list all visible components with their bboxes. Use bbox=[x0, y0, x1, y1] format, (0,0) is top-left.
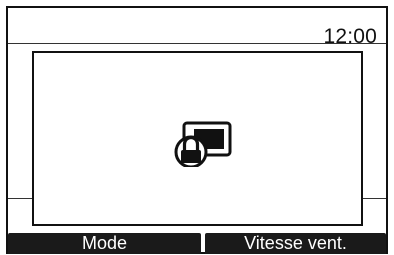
clock-time: 12:00 bbox=[323, 25, 377, 48]
header-divider bbox=[8, 43, 386, 44]
fan-speed-softkey[interactable]: Vitesse vent. bbox=[205, 233, 386, 254]
mode-softkey[interactable]: Mode bbox=[8, 233, 201, 254]
right-divider-stub bbox=[361, 198, 386, 199]
keypad-lock-icon bbox=[172, 121, 232, 169]
lock-popup bbox=[32, 51, 363, 226]
softkey-bar: Mode Vitesse vent. bbox=[8, 233, 386, 254]
left-divider-stub bbox=[8, 198, 34, 199]
